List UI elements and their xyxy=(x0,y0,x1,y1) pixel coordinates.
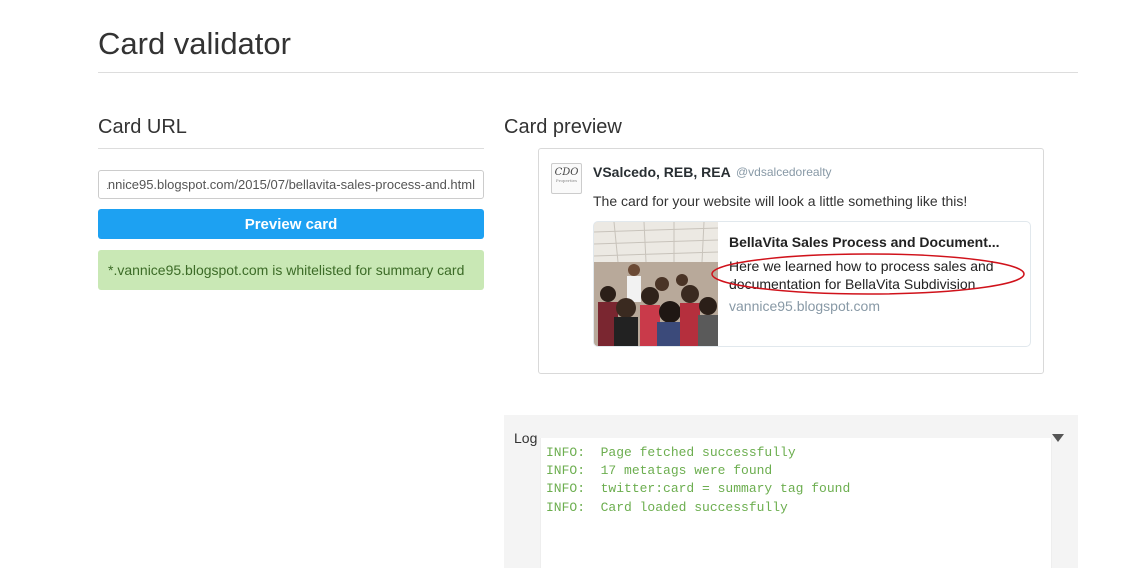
card-domain: vannice95.blogspot.com xyxy=(729,298,880,314)
tweet-author-handle: @vdsalcedorealty xyxy=(736,165,832,179)
avatar-logo-text: CDO xyxy=(554,167,579,178)
log-line: INFO: Page fetched successfully xyxy=(546,445,796,460)
log-line: INFO: twitter:card = summary tag found xyxy=(546,481,851,497)
log-line: INFO: 17 metatags were found xyxy=(546,463,773,479)
whitelist-status-alert: *.vannice95.blogspot.com is whitelisted … xyxy=(98,250,484,290)
card-url-input[interactable] xyxy=(98,170,484,199)
title-divider xyxy=(98,72,1078,73)
log-line: INFO: Card loaded successfully xyxy=(546,499,788,515)
avatar-logo-subtext: Properties xyxy=(555,178,578,183)
log-collapse-toggle-icon[interactable] xyxy=(1052,434,1064,442)
card-url-divider xyxy=(98,148,484,149)
preview-card-button[interactable]: Preview card xyxy=(98,209,484,239)
tweet-preview: CDO Properties VSalcedo, REB, REA @vdsal… xyxy=(538,148,1044,374)
log-panel: Log INFO: Page fetched successfully INFO… xyxy=(504,415,1078,568)
log-output: INFO: Page fetched successfully INFO: 17… xyxy=(540,438,1052,568)
card-thumbnail-image xyxy=(594,222,718,346)
card-title: BellaVita Sales Process and Document... xyxy=(729,234,1000,250)
tweet-text: The card for your website will look a li… xyxy=(593,193,968,209)
page-title: Card validator xyxy=(98,26,291,61)
card-url-heading: Card URL xyxy=(98,116,187,138)
log-title: Log xyxy=(514,430,538,446)
summary-card[interactable]: BellaVita Sales Process and Document... … xyxy=(593,221,1031,347)
tweet-author-name: VSalcedo, REB, REA xyxy=(593,164,731,180)
card-description: Here we learned how to process sales and… xyxy=(729,258,994,292)
card-preview-heading: Card preview xyxy=(504,116,622,138)
avatar: CDO Properties xyxy=(551,163,582,194)
